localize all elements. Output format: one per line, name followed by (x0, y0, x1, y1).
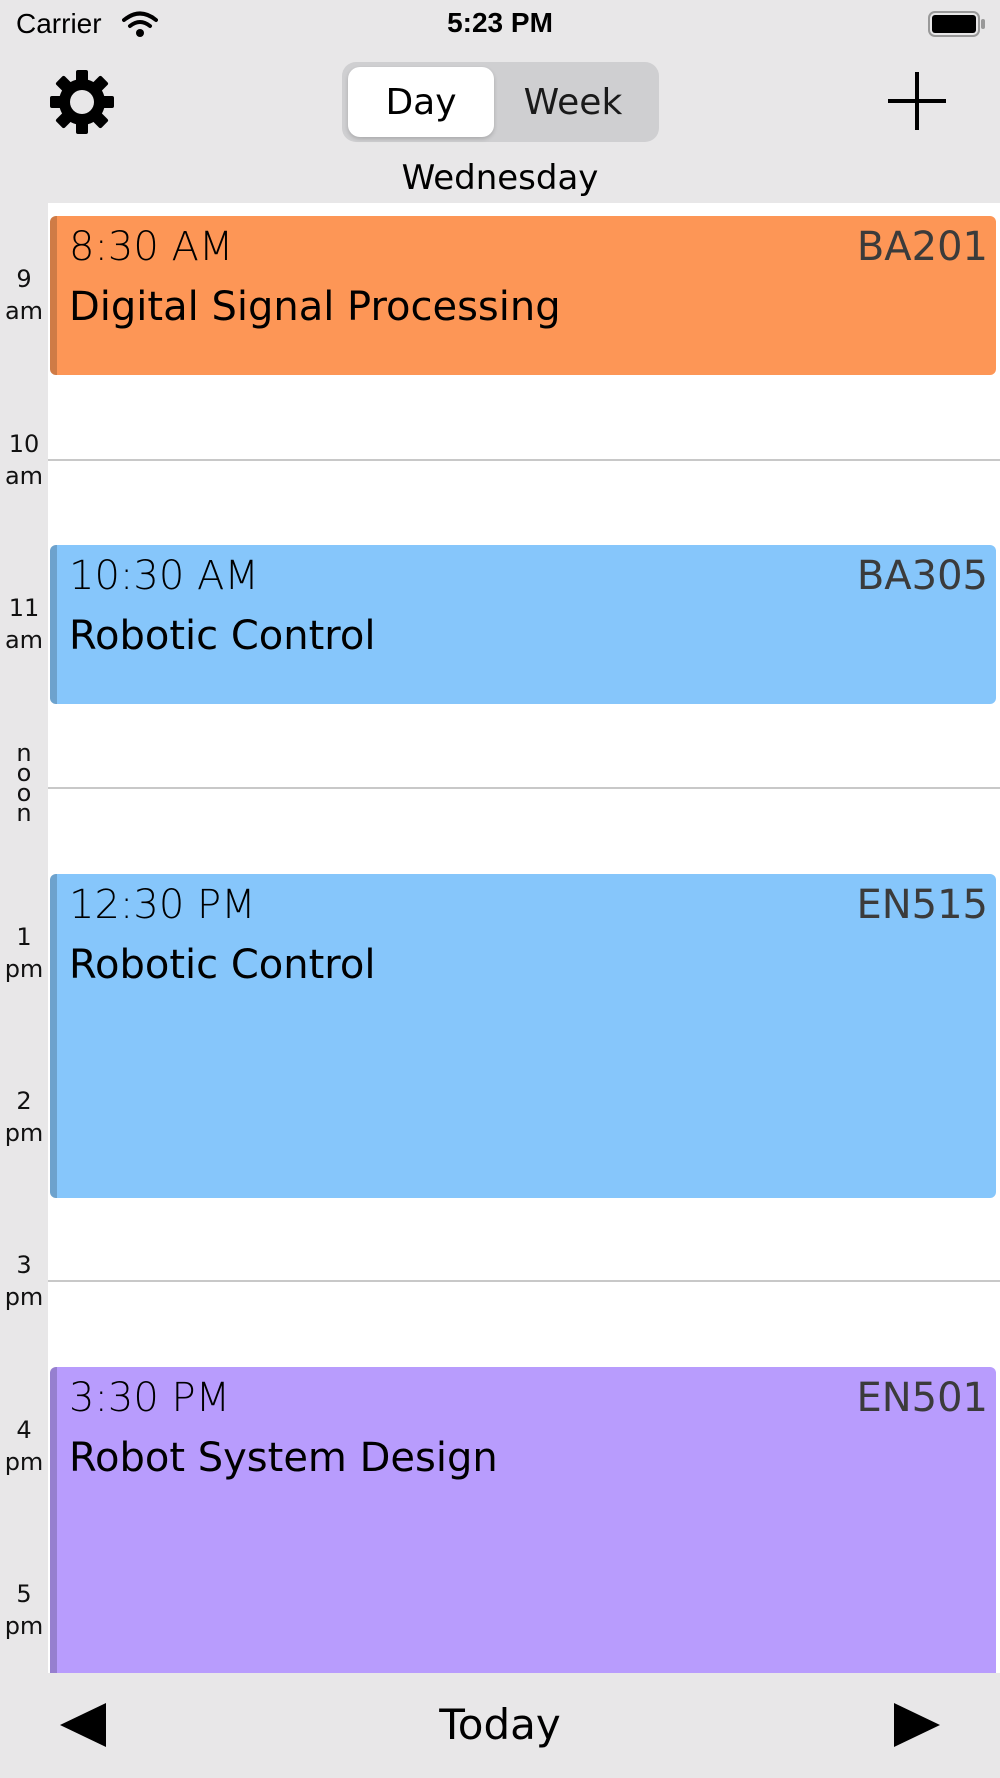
triangle-right-icon[interactable] (892, 1700, 942, 1750)
event-time: 12:30 PM (69, 882, 256, 928)
event-room: BA201 (856, 224, 988, 270)
hour-label-9am: 9 am (4, 265, 44, 325)
event-card[interactable]: 8:30 AM BA201 Digital Signal Processing (50, 216, 996, 375)
event-time: 3:30 PM (69, 1375, 231, 1421)
hour-label-3pm: 3 pm (4, 1251, 44, 1311)
hour-label-noon: noon (16, 739, 32, 827)
event-time: 10:30 AM (69, 553, 259, 599)
event-card[interactable]: 12:30 PM EN515 Robotic Control (50, 874, 996, 1198)
hour-label-10am: 10 am (4, 430, 44, 490)
status-bar: Carrier 5:23 PM (0, 0, 1000, 50)
plus-icon[interactable] (886, 70, 948, 132)
day-schedule-grid[interactable]: 8:30 AM BA201 Digital Signal Processing … (48, 203, 1000, 1673)
hour-gridline (48, 1280, 1000, 1282)
hour-label-11am: 11 am (4, 594, 44, 654)
hour-label-1pm: 1 pm (4, 923, 44, 983)
hour-label-5pm: 5 pm (4, 1580, 44, 1640)
event-title: Robot System Design (69, 1435, 498, 1481)
view-mode-segmented-control: Day Week (342, 62, 659, 142)
hour-label-4pm: 4 pm (4, 1416, 44, 1476)
hour-gridline (48, 459, 1000, 461)
event-title: Robotic Control (69, 613, 376, 659)
hour-gridline (48, 787, 1000, 789)
segment-week[interactable]: Week (494, 67, 652, 137)
segment-day[interactable]: Day (348, 67, 494, 137)
battery-icon (928, 11, 985, 37)
event-time: 8:30 AM (69, 224, 234, 270)
event-title: Digital Signal Processing (69, 284, 561, 330)
status-time: 5:23 PM (447, 7, 553, 38)
today-button[interactable]: Today (0, 1700, 1000, 1749)
hour-labels-column: 9 am 10 am 11 am noon 1 pm 2 pm 3 pm 4 pm 5 pm (0, 203, 48, 1673)
event-title: Robotic Control (69, 942, 376, 988)
event-card[interactable]: 10:30 AM BA305 Robotic Control (50, 545, 996, 704)
gear-icon[interactable] (48, 68, 116, 136)
event-room: BA305 (856, 553, 988, 599)
day-title: Wednesday (401, 158, 599, 198)
event-room: EN501 (856, 1375, 988, 1421)
event-card[interactable]: 3:30 PM EN501 Robot System Design (50, 1367, 996, 1673)
event-room: EN515 (856, 882, 988, 928)
hour-label-2pm: 2 pm (4, 1087, 44, 1147)
